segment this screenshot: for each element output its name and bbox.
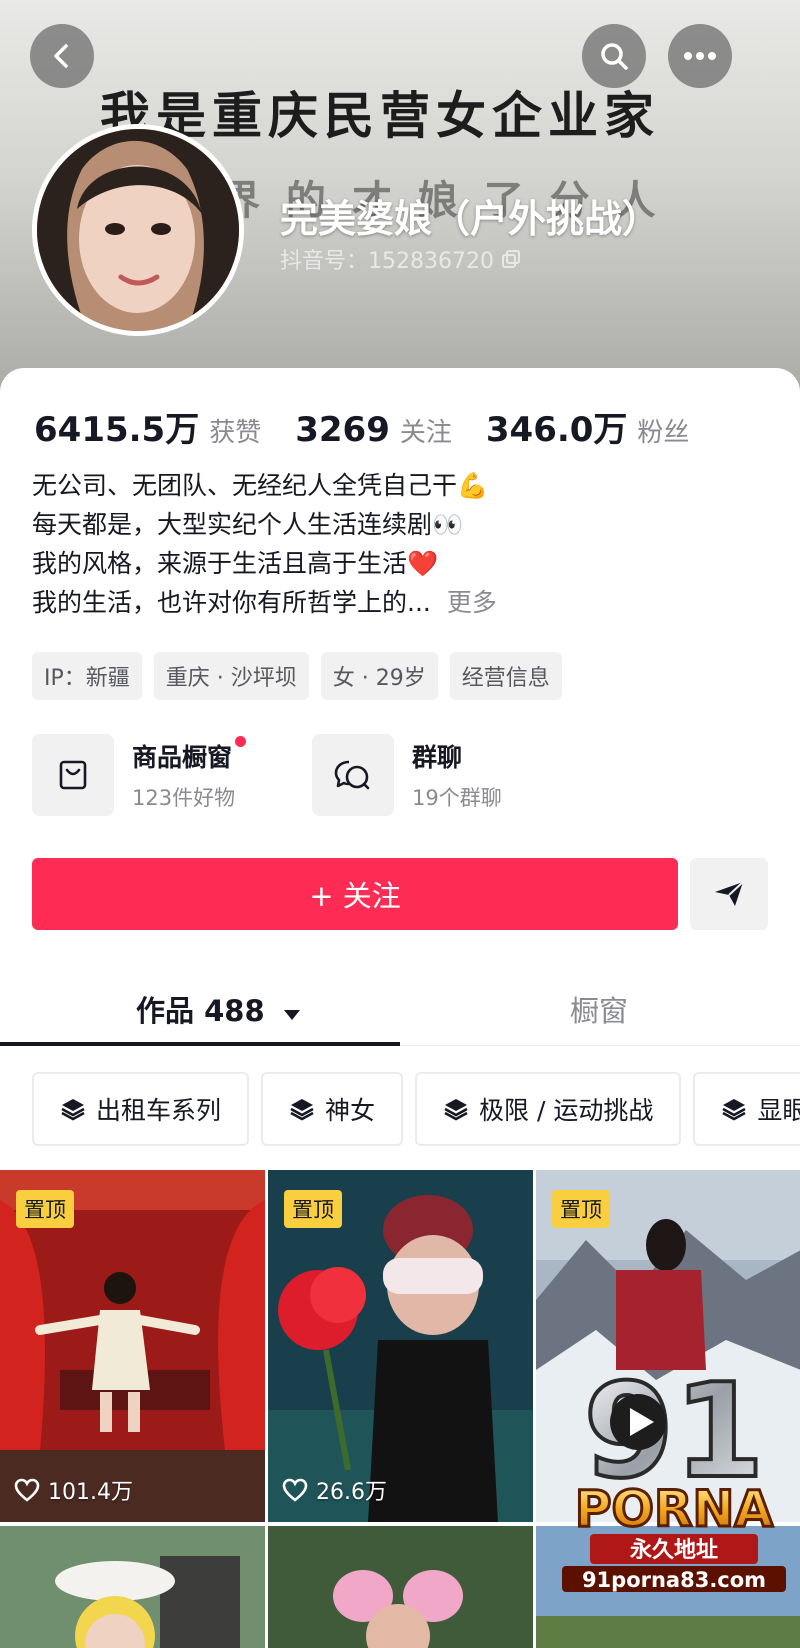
video-thumbnail[interactable] xyxy=(268,1526,533,1648)
layers-icon xyxy=(61,1099,85,1121)
back-button[interactable] xyxy=(30,24,94,88)
profile-screen: 我是重庆民营女企业家 界 的 才 娘 了 分 人 完美婆娘（户外挑战） 抖音号：… xyxy=(0,0,800,1648)
svg-text:PORNA: PORNA xyxy=(575,1480,773,1538)
stat-following[interactable]: 3269 关注 xyxy=(295,410,452,450)
watermark-logo: 91 PORNA 永久地址 91porna83.com xyxy=(556,1353,792,1594)
send-icon xyxy=(715,881,744,906)
like-count: 26.6万 xyxy=(282,1474,387,1506)
stat-followers[interactable]: 346.0万 粉丝 xyxy=(486,402,690,451)
entry-row: 商品橱窗 123件好物 群聊 19个群聊 xyxy=(32,734,570,816)
chip-goddess[interactable]: 神女 xyxy=(261,1072,404,1146)
follow-button[interactable]: + 关注 xyxy=(32,858,678,930)
collection-chips: 出租车系列 神女 极限 / 运动挑战 显眼 xyxy=(32,1072,800,1146)
shop-window-entry[interactable]: 商品橱窗 123件好物 xyxy=(32,734,290,816)
heart-icon xyxy=(282,1478,308,1502)
chat-bubbles-icon xyxy=(312,734,394,816)
layers-icon xyxy=(444,1099,468,1121)
heart-icon xyxy=(14,1478,40,1502)
more-dots-icon xyxy=(684,52,716,60)
stat-label: 关注 xyxy=(399,418,452,448)
layers-icon xyxy=(290,1099,314,1121)
video-thumbnail[interactable]: 置顶 101.4万 xyxy=(0,1170,265,1522)
bio-line: 我的风格，来源于生活且高于生活❤️ xyxy=(32,549,439,578)
pinned-badge: 置顶 xyxy=(552,1190,610,1228)
tab-works[interactable]: 作品 488 xyxy=(136,988,301,1030)
search-icon xyxy=(601,43,628,70)
avatar[interactable] xyxy=(32,124,244,336)
entry-title: 群聊 xyxy=(412,743,463,772)
svg-text:91porna83.com: 91porna83.com xyxy=(582,1568,766,1592)
stat-value: 346.0万 xyxy=(485,410,628,450)
thumbnail-image xyxy=(268,1526,533,1648)
video-thumbnail[interactable] xyxy=(0,1526,265,1648)
stat-label: 粉丝 xyxy=(637,418,690,448)
video-thumbnail[interactable]: 置顶 26.6万 xyxy=(268,1170,533,1522)
bio: 无公司、无团队、无经纪人全凭自己干💪 每天都是，大型实纪个人生活连续剧👀 我的风… xyxy=(32,466,772,622)
entry-subtitle: 19个群聊 xyxy=(412,786,502,810)
chevron-left-icon xyxy=(54,44,68,68)
share-button[interactable] xyxy=(690,858,768,930)
layers-icon xyxy=(722,1099,746,1121)
stats-row: 6415.5万 获赞 3269 关注 346.0万 粉丝 xyxy=(34,402,723,451)
douyin-id[interactable]: 抖音号：152836720 xyxy=(280,243,520,275)
nickname: 完美婆娘（户外挑战） xyxy=(280,197,661,241)
tab-shop-window[interactable]: 橱窗 xyxy=(570,988,628,1030)
notification-dot xyxy=(235,736,247,747)
svg-text:永久地址: 永久地址 xyxy=(630,1537,718,1563)
tag-gender-age: 女 · 29岁 xyxy=(320,652,438,700)
bio-line: 每天都是，大型实纪个人生活连续剧👀 xyxy=(32,510,464,539)
more-button[interactable] xyxy=(668,24,732,88)
content-tabs: 作品 488 橱窗 xyxy=(0,970,800,1046)
entry-title: 商品橱窗 xyxy=(132,736,247,774)
tag-business-info[interactable]: 经营信息 xyxy=(449,652,562,700)
thumbnail-image xyxy=(0,1526,265,1648)
bio-line-text: 我的生活，也许对你有所哲学上的... xyxy=(32,588,431,617)
avatar-image xyxy=(37,129,239,331)
tag-location: 重庆 · 沙坪坝 xyxy=(153,652,309,700)
douyin-id-text: 抖音号：152836720 xyxy=(280,249,494,274)
group-chat-entry[interactable]: 群聊 19个群聊 xyxy=(312,734,570,816)
chip-taxi-series[interactable]: 出租车系列 xyxy=(32,1072,250,1146)
copy-icon[interactable] xyxy=(501,250,520,268)
caret-down-icon xyxy=(283,1010,300,1020)
tag-row: IP：新疆 重庆 · 沙坪坝 女 · 29岁 经营信息 xyxy=(32,652,562,700)
stat-likes[interactable]: 6415.5万 获赞 xyxy=(34,402,261,451)
stat-label: 获赞 xyxy=(209,418,262,448)
stat-value: 6415.5万 xyxy=(34,410,200,450)
bio-line-last: 我的生活，也许对你有所哲学上的... 更多 xyxy=(32,583,772,622)
search-button[interactable] xyxy=(582,24,646,88)
tag-ip: IP：新疆 xyxy=(32,652,142,700)
entry-subtitle: 123件好物 xyxy=(132,786,236,810)
chip-extreme-sports[interactable]: 极限 / 运动挑战 xyxy=(415,1072,682,1146)
stat-value: 3269 xyxy=(295,410,390,450)
pinned-badge: 置顶 xyxy=(284,1190,342,1228)
shopping-bag-icon xyxy=(32,734,114,816)
chip-eye-catching[interactable]: 显眼 xyxy=(693,1072,800,1146)
bio-more-link[interactable]: 更多 xyxy=(447,588,497,617)
pinned-badge: 置顶 xyxy=(16,1190,74,1228)
bio-line: 无公司、无团队、无经纪人全凭自己干💪 xyxy=(32,471,489,500)
tab-indicator xyxy=(0,1042,400,1046)
like-count: 101.4万 xyxy=(14,1474,133,1506)
